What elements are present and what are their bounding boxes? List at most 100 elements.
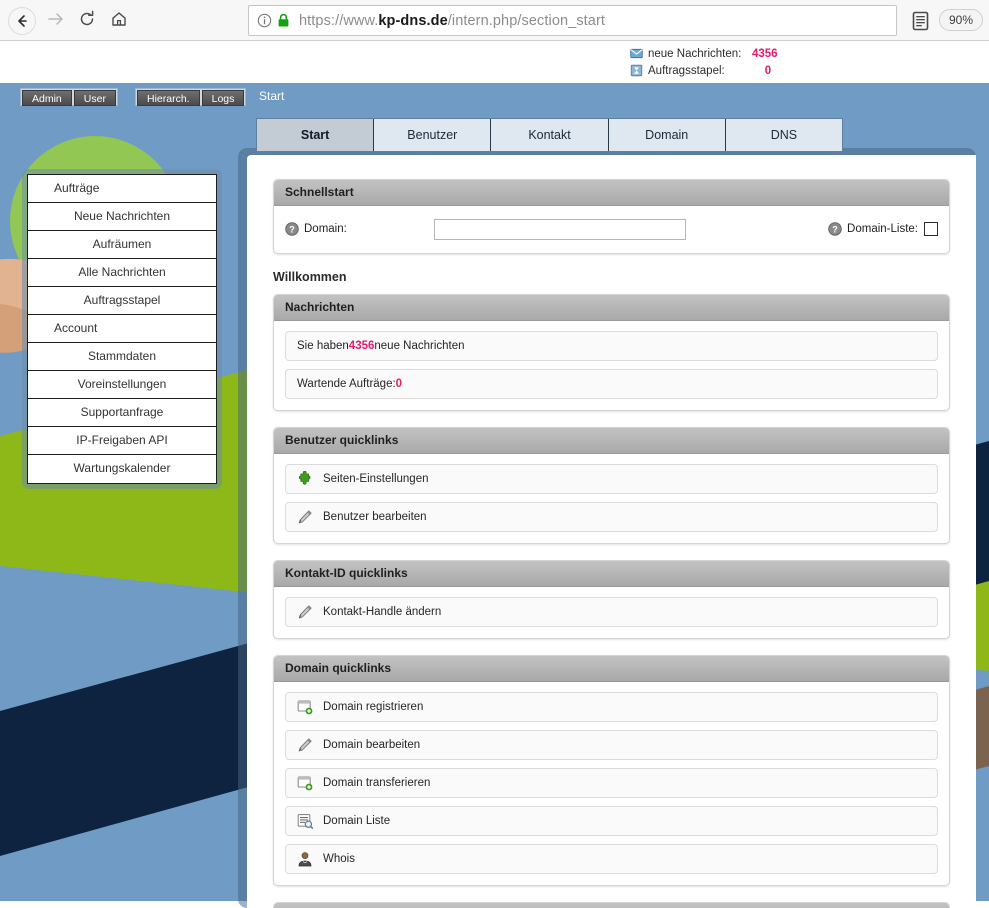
- sidebar-item-wartungskalender[interactable]: Wartungskalender: [28, 455, 216, 483]
- queue-label: Auftragsstapel:: [648, 64, 725, 77]
- user-button[interactable]: User: [73, 90, 116, 106]
- pencil-icon: [297, 737, 313, 753]
- list-item-label: Domain registrieren: [323, 701, 424, 713]
- svg-text:?: ?: [289, 224, 295, 234]
- domain-label: Domain:: [304, 223, 347, 235]
- welcome-heading: Willkommen: [273, 270, 347, 284]
- schnellstart-title: Schnellstart: [274, 180, 949, 206]
- tab-start[interactable]: Start: [257, 119, 375, 151]
- queue-count: 0: [764, 64, 772, 77]
- tab-benutzer[interactable]: Benutzer: [374, 119, 492, 151]
- url-text: https://www.kp-dns.de/intern.php/section…: [299, 13, 605, 29]
- list-item[interactable]: Domain registrieren: [285, 692, 938, 722]
- sidebar-item-account[interactable]: Account: [28, 315, 216, 343]
- new-messages-count: 4356: [752, 47, 778, 60]
- messages-row-prefix: Sie haben: [297, 340, 349, 352]
- queue-row-prefix: Wartende Aufträge:: [297, 378, 396, 390]
- home-button[interactable]: [104, 6, 134, 36]
- sidebar-item-aufraeumen[interactable]: Aufräumen: [28, 231, 216, 259]
- sidebar-menu: Aufträge Neue Nachrichten Aufräumen Alle…: [22, 169, 222, 489]
- sidebar-item-auftragsstapel[interactable]: Auftragsstapel: [28, 287, 216, 315]
- envelope-icon: [630, 47, 643, 60]
- domain-liste-label: Domain-Liste:: [847, 223, 918, 235]
- main-tabs: Start Benutzer Kontakt Domain DNS: [256, 118, 843, 152]
- sidebar-item-voreinstellungen[interactable]: Voreinstellungen: [28, 371, 216, 399]
- list-item-label: Domain Liste: [323, 815, 391, 827]
- sidebar-item-alle-nachrichten[interactable]: Alle Nachrichten: [28, 259, 216, 287]
- messages-row-suffix: neue Nachrichten: [374, 340, 465, 352]
- tab-dns[interactable]: DNS: [725, 119, 843, 151]
- list-item-label: Benutzer bearbeiten: [323, 511, 427, 523]
- list-item[interactable]: Domain bearbeiten: [285, 730, 938, 760]
- address-bar[interactable]: https://www.kp-dns.de/intern.php/section…: [248, 5, 897, 36]
- zoom-level-badge[interactable]: 90%: [939, 9, 984, 31]
- list-item-label: Seiten-Einstellungen: [323, 473, 429, 485]
- domain-quicklinks-panel: Domain quicklinks Domain registrieren Do…: [273, 655, 950, 886]
- page-status-strip: neue Nachrichten: 4356 Auftragsstapel: 0: [0, 42, 989, 83]
- arrow-left-icon: [8, 7, 36, 35]
- list-item[interactable]: Whois: [285, 844, 938, 874]
- reload-button[interactable]: [72, 6, 102, 36]
- kontakt-quicklinks-title: Kontakt-ID quicklinks: [274, 561, 949, 587]
- sidebar-item-ip-freigaben-api[interactable]: IP-Freigaben API: [28, 427, 216, 455]
- admin-button-group: Admin User: [20, 88, 118, 106]
- sidebar-item-stammdaten[interactable]: Stammdaten: [28, 343, 216, 371]
- info-circle-icon[interactable]: [257, 13, 272, 28]
- admin-bar: Admin User Hierarch. Logs Start: [0, 83, 989, 111]
- window-add-icon: [297, 699, 313, 715]
- tab-domain[interactable]: Domain: [608, 119, 726, 151]
- sidebar-items: Aufträge Neue Nachrichten Aufräumen Alle…: [27, 174, 217, 484]
- reader-mode-icon[interactable]: [912, 11, 929, 36]
- forward-button[interactable]: [40, 6, 70, 36]
- logs-button[interactable]: Logs: [201, 90, 245, 106]
- lock-icon[interactable]: [277, 13, 290, 28]
- list-item[interactable]: Wartende Aufträge: 0: [285, 369, 938, 399]
- sidebar-item-supportanfrage[interactable]: Supportanfrage: [28, 399, 216, 427]
- breadcrumb: Start: [259, 89, 285, 103]
- list-item-label: Kontakt-Handle ändern: [323, 606, 442, 618]
- reload-icon: [78, 10, 96, 33]
- list-item-label: Whois: [323, 853, 355, 865]
- queue-row-count: 0: [395, 378, 403, 390]
- pencil-icon: [297, 604, 313, 620]
- list-item[interactable]: Domain Liste: [285, 806, 938, 836]
- schnellstart-row: ? Domain: ? Domain-Liste:: [285, 216, 938, 242]
- queue-status[interactable]: Auftragsstapel: 0: [630, 62, 784, 79]
- url-path: /intern.php/section_start: [447, 12, 606, 29]
- tab-kontakt[interactable]: Kontakt: [491, 119, 609, 151]
- hourglass-icon: [630, 64, 643, 77]
- list-item-label: Domain transferieren: [323, 777, 431, 789]
- nachrichten-title: Nachrichten: [274, 295, 949, 321]
- domain-liste-group: ? Domain-Liste:: [828, 222, 938, 236]
- benutzer-quicklinks-panel: Benutzer quicklinks Seiten-Einstellungen…: [273, 427, 950, 544]
- list-item-label: Domain bearbeiten: [323, 739, 421, 751]
- pencil-icon: [297, 509, 313, 525]
- next-panel-title: [274, 903, 949, 908]
- domain-input[interactable]: [433, 218, 686, 240]
- puzzle-piece-icon: [297, 470, 313, 487]
- arrow-right-icon: [46, 11, 64, 32]
- list-item[interactable]: Domain transferieren: [285, 768, 938, 798]
- sidebar-item-neue-nachrichten[interactable]: Neue Nachrichten: [28, 203, 216, 231]
- user-icon: [297, 851, 313, 867]
- domain-liste-checkbox[interactable]: [924, 222, 938, 236]
- list-item[interactable]: Seiten-Einstellungen: [285, 464, 938, 494]
- list-item[interactable]: Kontakt-Handle ändern: [285, 597, 938, 627]
- new-messages-label: neue Nachrichten:: [648, 47, 742, 60]
- messages-row-count: 4356: [348, 340, 375, 352]
- home-icon: [110, 10, 128, 33]
- sidebar-item-auftraege[interactable]: Aufträge: [28, 175, 216, 203]
- help-circle-icon[interactable]: ?: [828, 222, 842, 236]
- svg-text:?: ?: [832, 224, 838, 234]
- list-item[interactable]: Sie haben 4356 neue Nachrichten: [285, 331, 938, 361]
- status-block: neue Nachrichten: 4356 Auftragsstapel: 0: [630, 45, 784, 79]
- help-circle-icon[interactable]: ?: [285, 222, 299, 236]
- hierarchy-button-group: Hierarch. Logs: [135, 88, 247, 106]
- hierarchy-button[interactable]: Hierarch.: [137, 90, 200, 106]
- new-messages-status[interactable]: neue Nachrichten: 4356: [630, 45, 784, 62]
- window-add-icon: [297, 775, 313, 791]
- schnellstart-panel: Schnellstart ? Domain: ? Domain-Liste:: [273, 179, 950, 254]
- admin-button[interactable]: Admin: [22, 90, 72, 106]
- list-item[interactable]: Benutzer bearbeiten: [285, 502, 938, 532]
- back-button[interactable]: [7, 6, 37, 36]
